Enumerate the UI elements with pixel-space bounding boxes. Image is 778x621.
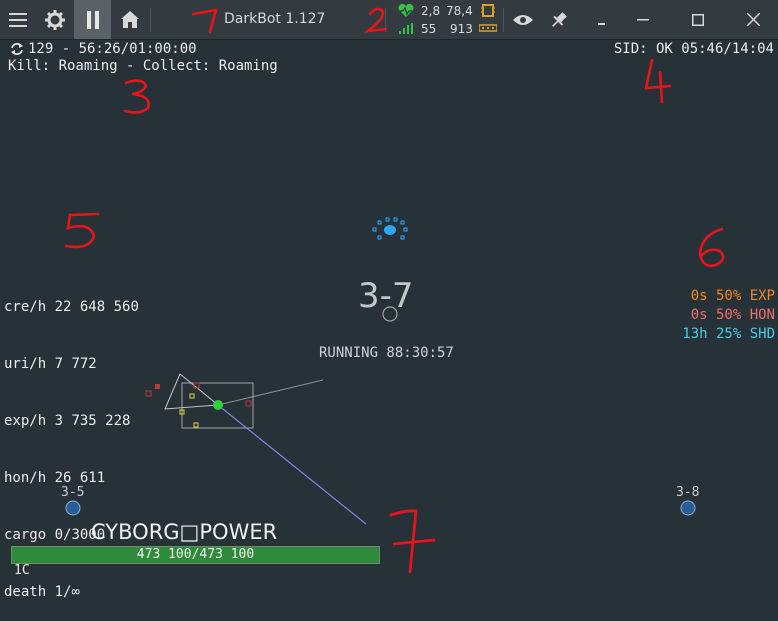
stat-row: exp/h 3 735 228 [4, 413, 131, 429]
target-line [217, 404, 367, 525]
box-marker [245, 400, 252, 407]
stat-row: uri/h 7 772 [4, 356, 97, 372]
buff-hon: 0s 50% HON [690, 307, 775, 323]
divider [503, 8, 504, 32]
close-icon [746, 13, 760, 26]
running-status: RUNNING 88:30:57 [319, 345, 454, 361]
minimize-tray-button[interactable] [588, 0, 616, 39]
status-line: 129 - 56:26/01:00:00 [28, 41, 197, 57]
map-name: 3-7 [358, 276, 414, 316]
maximize-icon [692, 13, 704, 26]
home-icon [121, 11, 139, 28]
ping-stat: 55 [421, 22, 437, 36]
annotation-5 [64, 212, 100, 249]
cpu-chip-icon [481, 4, 495, 17]
annotation-6 [698, 227, 725, 268]
buff-exp: 0s 50% EXP [690, 288, 775, 304]
hero-dot [213, 400, 223, 410]
minimize-button[interactable] [628, 0, 658, 39]
box-marker [193, 422, 199, 428]
box-marker [155, 384, 160, 389]
cpu-stat-a: 2,8 [421, 4, 441, 18]
portal-3-8[interactable] [680, 500, 696, 516]
maximize-button[interactable] [683, 0, 713, 39]
pin-icon [552, 11, 567, 27]
sid-line: SID: OK 05:46/14:04 [613, 41, 774, 57]
minimize-small-icon [598, 22, 605, 25]
stat-row: cre/h 22 648 560 [4, 299, 139, 315]
portal-label-3-8: 3-8 [676, 485, 700, 500]
refresh-icon[interactable] [9, 42, 25, 56]
annotation-1 [191, 8, 218, 34]
visibility-button[interactable] [507, 0, 539, 39]
memory-stat: 913 [450, 22, 473, 36]
ram-icon [479, 24, 497, 32]
settings-button[interactable] [37, 0, 73, 39]
heartbeat-icon [398, 4, 414, 17]
buff-shd: 13h 25% SHD [682, 326, 775, 342]
annotation-4 [644, 58, 672, 104]
heading-line [217, 379, 324, 406]
eye-icon [513, 14, 533, 25]
pause-icon [86, 10, 99, 29]
annotation-7 [389, 509, 436, 574]
minimize-icon [637, 18, 649, 20]
menu-button[interactable] [0, 0, 36, 39]
portal-label-3-5: 3-5 [61, 485, 85, 500]
health-bar: 473 100/473 100 [11, 546, 380, 564]
base-station[interactable] [372, 217, 408, 240]
gear-icon [45, 9, 65, 30]
pause-button[interactable] [74, 0, 111, 39]
close-button[interactable] [738, 0, 768, 39]
hamburger-icon [9, 12, 27, 27]
pin-button[interactable] [542, 0, 576, 39]
mode-line: Kill: Roaming - Collect: Roaming [8, 58, 278, 74]
home-button[interactable] [112, 0, 148, 39]
box-marker [189, 393, 195, 399]
ship-name: CYBORG□POWER [91, 520, 278, 544]
cpu-stat-b: 78,4 [446, 4, 473, 18]
annotation-3 [123, 79, 150, 114]
group-label: 1C [14, 563, 30, 578]
health-value: 473 100/473 100 [136, 547, 255, 562]
box-marker [145, 390, 152, 397]
ship-triangle [164, 373, 220, 410]
annotation-2 [364, 7, 388, 33]
signal-icon [399, 23, 413, 34]
divider [150, 8, 151, 32]
